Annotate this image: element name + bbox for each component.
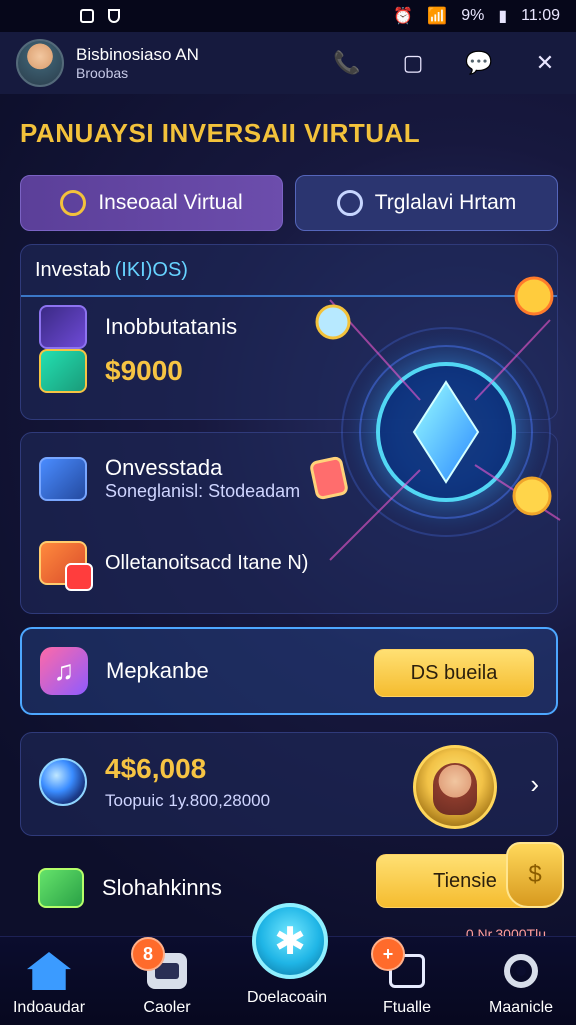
bottom-row-label: Slohahkinns (102, 875, 222, 900)
chevron-right-icon[interactable]: › (530, 769, 539, 800)
balance-amount: 4$6,008 (105, 753, 207, 784)
nav-center-label: Doelacoain (246, 989, 328, 1006)
calendar-badge: 8 (131, 937, 165, 971)
profile-subtitle: Broobas (76, 64, 129, 81)
balance-text: 4$6,008 Toopuic 1y.800,28000 (105, 753, 270, 811)
balance-row: 4$6,008 Toopuic 1y.800,28000 (39, 753, 270, 811)
check-icon (38, 868, 84, 908)
crypto-illustration (310, 276, 561, 561)
tab-history[interactable]: Trglalavi Hrtam (295, 175, 558, 231)
ds-button-label: DS bueila (410, 661, 498, 684)
nav-item-settings[interactable]: Maanicle (466, 951, 576, 1021)
tab-history-label: Trglalavi Hrtam (374, 191, 517, 214)
tab-virtual-label: Inseoaal Virtual (98, 191, 243, 214)
calendar-icon-wrap: 8 (131, 937, 189, 991)
document-check-icon (39, 541, 93, 591)
ds-button[interactable]: DS bueila (374, 649, 534, 697)
page-title: PANUAYSI INVERSAII VIRTUAL (20, 118, 421, 148)
home-icon (27, 952, 71, 990)
shield-dollar-icon: $ (506, 842, 564, 908)
tab-history-icon (336, 190, 363, 216)
nav-item-calendar[interactable]: 8 Caoler (112, 937, 222, 1021)
activity-item-1-text: Onvesstada Soneglanisl: Stodeadam (105, 455, 300, 502)
investment-row-value: $9000 (39, 349, 183, 393)
shield-icon (108, 9, 120, 23)
profile-name: Bisbinosiaso AN (76, 45, 199, 65)
nav-item-tablet[interactable]: + Ftualle (352, 937, 462, 1021)
close-icon[interactable]: ✕ (530, 48, 560, 78)
tablet-icon-wrap: + (371, 937, 429, 991)
tab-virtual[interactable]: Inseoaal Virtual (20, 175, 283, 231)
investment-card-accent: (IKI)OS) (114, 258, 188, 281)
header-actions: 📞 ▢ 💬 ✕ (332, 48, 560, 78)
square-icon[interactable]: ▢ (398, 48, 428, 78)
status-right: ⏰ 📶 9% ▮ 11:09 (393, 6, 560, 26)
activity-item-2[interactable]: Olletanoitsacd Itane N) (39, 541, 309, 591)
chat-icon[interactable]: 💬 (464, 48, 494, 78)
tiensie-button-label: Tiensie (433, 869, 497, 892)
tabs: Inseoaal Virtual Trglalavi Hrtam (20, 175, 558, 231)
profile-text: Bisbinosiaso AN Broobas (76, 45, 199, 81)
avatar[interactable] (16, 39, 64, 87)
tab-virtual-icon (60, 190, 87, 216)
home-icon-wrap (27, 951, 71, 991)
coin-avatar (413, 745, 497, 829)
bottom-nav: Indoaudar 8 Caoler ✱ Doelacoain + Ftuall… (0, 903, 576, 1025)
activity-item-2-title: Olletanoitsacd Itane N) (105, 551, 309, 574)
investment-card-title: Investab (35, 258, 111, 281)
tablet-badge: + (371, 937, 405, 971)
globe-icon (39, 758, 87, 806)
monitor-icon (39, 456, 87, 501)
mepkanbe-card: ♫ Mepkanbe DS bueila (20, 627, 558, 715)
screenshot-icon (80, 9, 94, 23)
coin-face (433, 762, 477, 815)
battery-percent: 9% (461, 7, 485, 24)
status-left (80, 9, 120, 23)
investment-row-title-text: Inobbutatanis (105, 314, 238, 339)
investment-row-title: Inobbutatanis (39, 305, 237, 349)
balance-card[interactable]: 4$6,008 Toopuic 1y.800,28000 › (20, 732, 558, 836)
investment-value: $9000 (105, 355, 183, 386)
balance-subtitle: Toopuic 1y.800,28000 (105, 791, 271, 810)
battery-icon: ▮ (498, 8, 508, 25)
phone-icon[interactable]: 📞 (332, 48, 362, 78)
nav-home-label: Indoaudar (12, 999, 86, 1016)
wifi-icon: 📶 (427, 8, 448, 25)
briefcase-icon (39, 305, 87, 349)
nav-calendar-label: Caoler (143, 999, 191, 1016)
mepkanbe-label: Mepkanbe (106, 658, 209, 683)
star-icon: ✱ (274, 920, 306, 963)
nav-item-center[interactable]: Doelacoain (232, 989, 342, 1025)
music-icon: ♫ (40, 647, 88, 695)
nav-item-home[interactable]: Indoaudar (0, 951, 104, 1021)
nav-settings-label: Maanicle (488, 999, 554, 1016)
status-bar: ⏰ 📶 9% ▮ 11:09 (0, 0, 576, 32)
activity-item-1-title: Onvesstada (105, 455, 223, 480)
nav-tablet-label: Ftualle (382, 999, 432, 1016)
center-action-button[interactable]: ✱ (252, 903, 328, 979)
activity-item-1-subtitle: Soneglanisl: Stodeadam (105, 481, 301, 501)
bottom-row: Slohahkinns (38, 868, 222, 908)
alarm-icon: ⏰ (393, 8, 414, 25)
activity-item-1[interactable]: Onvesstada Soneglanisl: Stodeadam (39, 455, 300, 502)
top-header: Bisbinosiaso AN Broobas 📞 ▢ 💬 ✕ (0, 32, 576, 94)
mepkanbe-row: ♫ Mepkanbe (40, 647, 209, 695)
gear-icon (504, 954, 538, 988)
cash-icon (39, 349, 87, 393)
gear-icon-wrap (499, 951, 543, 991)
status-time: 11:09 (521, 7, 560, 24)
